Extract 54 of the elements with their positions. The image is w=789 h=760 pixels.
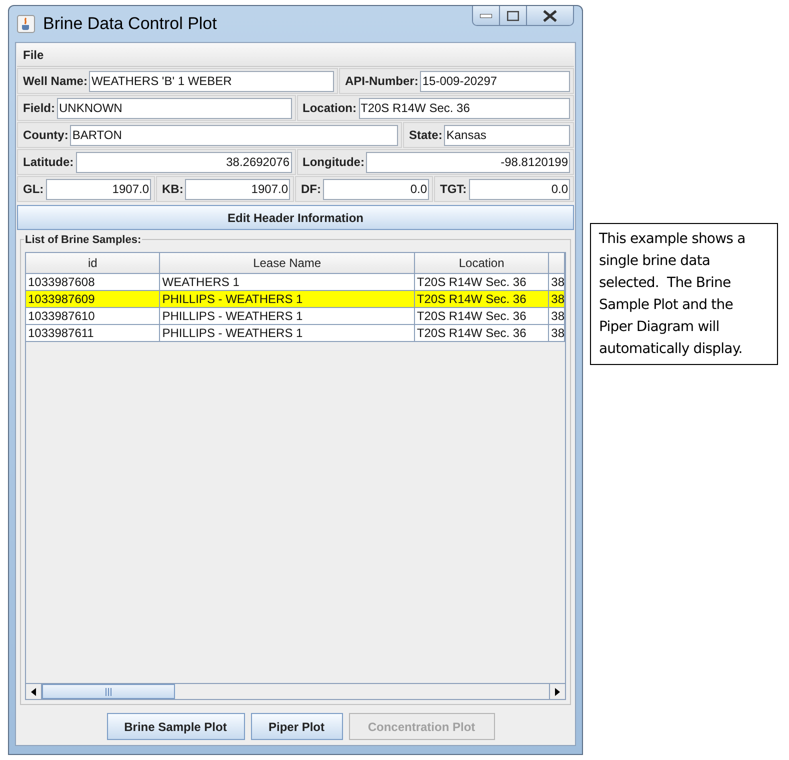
table-cell: PHILLIPS - WEATHERS 1 <box>160 325 415 342</box>
note-text: This example shows a single brine data selected. The Brine Sample Plot and the Piper Diagram will automatically display. <box>590 223 778 365</box>
text-field[interactable]: 1907.0 <box>46 178 151 200</box>
minimize-button[interactable] <box>473 6 500 25</box>
text-field[interactable]: Kansas <box>444 124 570 146</box>
field-label: Location: <box>302 100 356 117</box>
horizontal-scrollbar[interactable] <box>26 683 565 699</box>
text-field[interactable]: 0.0 <box>323 178 429 200</box>
maximize-button[interactable] <box>500 6 527 25</box>
text-field[interactable]: 15-009-20297 <box>420 70 570 92</box>
column-header: Location <box>414 253 550 274</box>
field-label: Longitude: <box>302 154 364 171</box>
field-label: Latitude: <box>22 154 74 171</box>
field-label: Field: <box>22 100 55 117</box>
group-title: List of Brine Samples: <box>24 232 142 248</box>
coffee-cup-icon <box>17 15 35 33</box>
text-field[interactable]: 1907.0 <box>185 178 290 200</box>
table-cell: 38 <box>549 325 565 342</box>
left-arrow-icon <box>31 688 36 696</box>
column-header: id <box>26 253 160 274</box>
close-icon <box>543 10 557 22</box>
plot-button[interactable]: Piper Plot <box>250 713 342 740</box>
table-cell: T20S R14W Sec. 36 <box>414 325 550 342</box>
field-label: KB: <box>161 181 184 198</box>
text-field[interactable]: 38.2692076 <box>76 152 292 172</box>
text-field[interactable]: WEATHERS 'B' 1 WEBER <box>89 70 334 92</box>
text-field[interactable]: BARTON <box>70 124 398 146</box>
table-cell: 1033987611 <box>26 325 160 342</box>
text-field[interactable]: T20S R14W Sec. 36 <box>358 98 570 118</box>
table-row[interactable]: 1033987609 PHILLIPS - WEATHERS 1 T20S R14W Sec. 36 38 <box>26 291 565 308</box>
text-field[interactable]: -98.8120199 <box>366 152 570 172</box>
table-row[interactable]: 1033987608 WEATHERS 1 T20S R14W Sec. 36 38 <box>26 274 565 291</box>
text-field[interactable]: UNKNOWN <box>57 98 292 118</box>
table-row[interactable]: 1033987611 PHILLIPS - WEATHERS 1 T20S R14W Sec. 36 38 <box>26 325 565 342</box>
window-title: Brine Data Control Plot <box>43 13 217 36</box>
menu-item[interactable]: File <box>23 46 44 64</box>
edit-header-button[interactable]: Edit Header Information <box>17 205 574 230</box>
maximize-icon <box>507 10 519 20</box>
field-label: API-Number: <box>344 73 418 90</box>
close-button[interactable] <box>527 6 573 25</box>
field-label: State: <box>408 127 442 144</box>
field-label: GL: <box>22 181 44 198</box>
text-field[interactable]: 0.0 <box>468 178 570 200</box>
scrollbar-thumb[interactable] <box>42 684 175 699</box>
minimize-icon <box>480 14 492 18</box>
grip-icon <box>105 688 112 696</box>
field-label: TGT: <box>439 181 467 198</box>
field-label: County: <box>22 127 68 144</box>
right-arrow-icon <box>555 688 560 696</box>
plot-button[interactable]: Brine Sample Plot <box>106 713 244 740</box>
field-label: Well Name: <box>22 73 88 90</box>
field-label: DF: <box>300 181 321 198</box>
column-header: Lease Name <box>160 253 415 274</box>
table-row[interactable]: 1033987610 PHILLIPS - WEATHERS 1 T20S R14W Sec. 36 38 <box>26 308 565 325</box>
